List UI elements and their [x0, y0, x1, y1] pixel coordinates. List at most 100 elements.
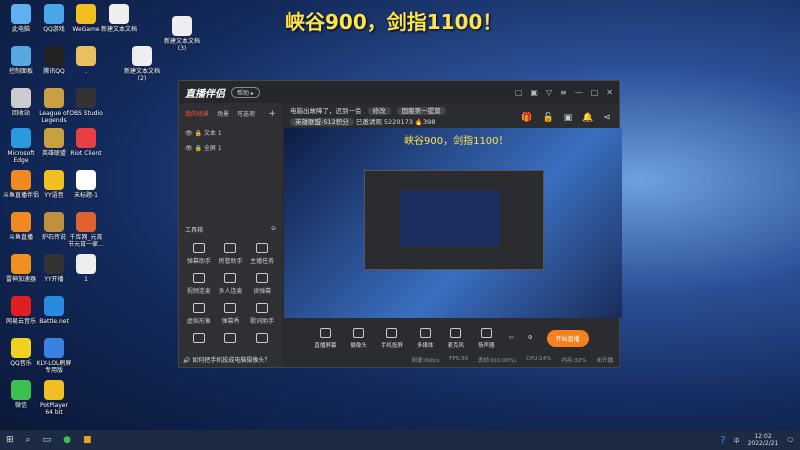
window-control-button[interactable]: ▽	[546, 88, 552, 97]
tool-button[interactable]: 弹幕助手	[183, 243, 215, 265]
tool-button[interactable]: 视频连麦	[183, 273, 215, 295]
desktop-icon[interactable]: 雷神加速器	[3, 254, 39, 283]
tool-button[interactable]	[183, 333, 215, 346]
desktop-icon[interactable]: Microsoft Edge	[3, 128, 39, 164]
tool-button[interactable]: 弹幕秀	[215, 303, 247, 325]
search-icon[interactable]: ⌕	[26, 435, 31, 445]
start-live-button[interactable]: 开始直播	[546, 329, 589, 347]
desktop-icon[interactable]: 新建文本文档 (2)	[124, 46, 160, 82]
tool-icon	[224, 333, 237, 343]
tab-my-scenes[interactable]: 我的场景	[185, 109, 209, 119]
desktop-icon[interactable]: 腾讯QQ	[36, 46, 72, 75]
desktop-icon[interactable]: 新建文本文档	[101, 4, 137, 33]
source-button[interactable]: 麦克风	[447, 327, 464, 349]
desktop-icon[interactable]: 斗鱼直播伴侣	[3, 170, 39, 199]
window-control-button[interactable]: ✕	[606, 88, 613, 97]
window-control-button[interactable]: ≡	[560, 88, 567, 97]
task-view-icon[interactable]: ▭	[43, 435, 52, 445]
tab-scenes[interactable]: 场景	[217, 109, 229, 119]
desktop-icon[interactable]: 1	[68, 254, 104, 283]
desktop-icon[interactable]: Riot Client	[68, 128, 104, 157]
start-icon[interactable]: ⊞	[6, 435, 14, 445]
source-button[interactable]: 手机投屏	[381, 327, 403, 349]
desktop-icon-label: 雷神加速器	[5, 276, 36, 283]
tool-label: 房管助手	[218, 258, 243, 265]
box-icon[interactable]: ▣	[564, 113, 573, 123]
tool-button[interactable]	[246, 333, 278, 346]
title-bar: 直播伴侣 帮助 ▸ ▢ ▣ ▽ ≡ — □ ✕	[179, 81, 619, 103]
app-icon	[44, 170, 64, 190]
app-icon[interactable]: ■	[83, 435, 92, 445]
tool-icon	[192, 273, 205, 283]
source-button[interactable]: 多媒体	[417, 327, 433, 349]
tab-options[interactable]: 可选项	[237, 109, 255, 119]
tool-button[interactable]: 读弹幕	[246, 273, 278, 295]
collapse-icon[interactable]: ⊖	[271, 225, 276, 234]
settings-icon[interactable]: ⚙	[528, 335, 533, 341]
desktop-icon[interactable]: PotPlayer 64 bit	[36, 380, 72, 416]
lock-icon[interactable]: 🔓	[543, 113, 554, 123]
source-button[interactable]: 摄像头	[350, 327, 367, 349]
desktop-icon[interactable]: QQ游戏	[36, 4, 72, 33]
desktop-icon[interactable]: League of Legends	[36, 88, 72, 124]
tool-button[interactable]: 歌词助手	[246, 303, 278, 325]
status-item: 未开播	[596, 358, 613, 364]
desktop-icon[interactable]: QQ音乐	[3, 338, 39, 367]
clock[interactable]: 12:02 2022/2/21	[748, 433, 779, 447]
gift-icon[interactable]: 🎁	[521, 113, 532, 123]
app-icon[interactable]: ●	[63, 435, 71, 445]
tool-label: 虚拟形象	[186, 318, 211, 325]
help-badge[interactable]: 帮助 ▸	[231, 86, 260, 98]
desktop-icon[interactable]: 微信	[3, 380, 39, 409]
tag-pill[interactable]: 国服第一提莫	[396, 107, 446, 115]
tool-button[interactable]: 房管助手	[215, 243, 247, 265]
desktop-icon[interactable]: 控制面板	[3, 46, 39, 75]
desktop-icon[interactable]: YY语音	[36, 170, 72, 199]
add-scene-button[interactable]: +	[268, 109, 276, 119]
category-pill[interactable]: 英雄联盟-S12积分	[290, 118, 354, 126]
desktop-icon-label: OBS Studio	[69, 110, 103, 117]
desktop-icon[interactable]: 网易云音乐	[3, 296, 39, 325]
window-control-button[interactable]: ▢	[515, 88, 523, 97]
notification-icon[interactable]: 🗨	[786, 437, 794, 444]
window-control-button[interactable]: ▣	[530, 88, 538, 97]
window-control-button[interactable]: —	[575, 88, 583, 97]
desktop-icon[interactable]: 回收站	[3, 88, 39, 117]
tool-button[interactable]: 多人连麦	[215, 273, 247, 295]
window-control-button[interactable]: □	[591, 88, 599, 97]
desktop-icon[interactable]: OBS Studio	[68, 88, 104, 117]
desktop-icon[interactable]: YY开播	[36, 254, 72, 283]
ime-indicator[interactable]: 中	[734, 436, 740, 445]
desktop-icon[interactable]: KLY-LOL刷屏专用版	[36, 338, 72, 374]
desktop-icon[interactable]: 斗鱼直播	[3, 212, 39, 241]
edit-title-button[interactable]: 修改	[367, 107, 391, 115]
desktop-icon[interactable]: Battle.net	[36, 296, 72, 325]
scene-item[interactable]: 👁 🔒 全屏 1	[179, 140, 282, 155]
scene-item[interactable]: 👁 🔒 文本 1	[179, 125, 282, 140]
desktop-icon[interactable]: WeGame	[68, 4, 104, 33]
tool-button[interactable]: 虚拟形象	[183, 303, 215, 325]
share-icon[interactable]: ⋖	[603, 113, 611, 123]
source-button[interactable]: 扬声器	[478, 327, 494, 349]
desktop-icon[interactable]: 英雄联盟	[36, 128, 72, 157]
source-button[interactable]: 直播屏幕	[314, 327, 336, 349]
desktop-icon-label: WeGame	[72, 26, 100, 33]
desktop-icon[interactable]: 炉石传说	[36, 212, 72, 241]
toolbox-grid: 弹幕助手 房管助手 主播任务视频连麦 多人连麦 读弹幕虚拟形象 弹幕秀 歌词助手	[183, 243, 278, 346]
desktop-icon[interactable]: .	[68, 46, 104, 75]
source-icon	[319, 327, 331, 338]
help-icon[interactable]: ?	[720, 435, 725, 446]
record-icon[interactable]: ▭	[508, 335, 513, 341]
app-icon	[44, 128, 64, 148]
stream-preview[interactable]: 峡谷900，剑指1100！	[284, 128, 622, 318]
desktop-icon[interactable]: 此电脑	[3, 4, 39, 33]
desktop-icon[interactable]: 千库网_元宵节元宵一家...	[68, 212, 104, 248]
desktop-icon[interactable]: 未标题-1	[68, 170, 104, 199]
nested-preview	[364, 170, 544, 270]
bell-icon[interactable]: 🔔	[582, 113, 593, 123]
desktop-icon-label: 新建文本文档 (2)	[124, 68, 161, 82]
desktop-icon[interactable]: 新建文本文档 (3)	[164, 16, 200, 52]
tool-button[interactable]: 主播任务	[246, 243, 278, 265]
tool-button[interactable]	[215, 333, 247, 346]
help-tip[interactable]: 🔊 如何把手机投成电脑摄像头？	[183, 355, 270, 364]
